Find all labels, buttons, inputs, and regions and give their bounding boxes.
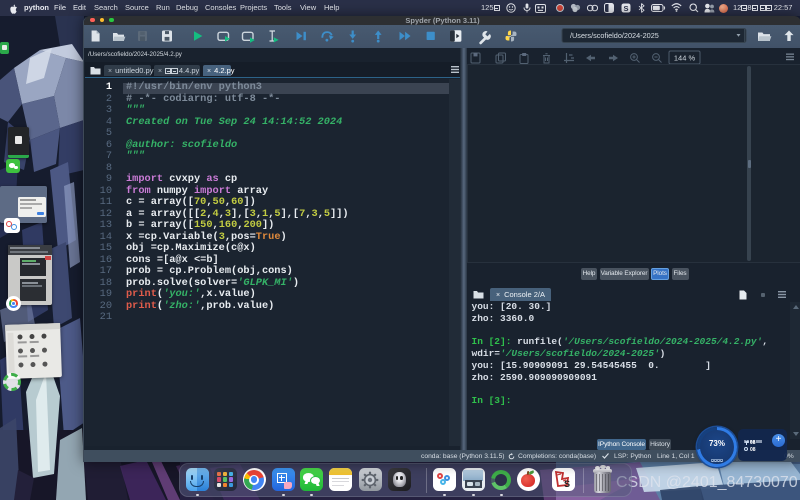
svg-text:/Users/scofieldo/2024-2025: /Users/scofieldo/2024-2025 (570, 31, 659, 40)
svg-text:S: S (623, 4, 628, 13)
svg-text:144 %: 144 % (674, 54, 696, 63)
svg-text:S: S (563, 479, 569, 489)
